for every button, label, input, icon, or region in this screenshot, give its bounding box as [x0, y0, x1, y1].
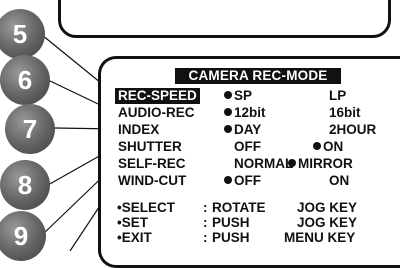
- menu-row-index[interactable]: INDEX DAY 2HOUR: [0, 122, 400, 138]
- option-2hour: 2HOUR: [329, 122, 377, 137]
- option-wind-off: OFF: [224, 173, 261, 189]
- menu-label-shutter: SHUTTER: [118, 139, 182, 154]
- menu-row-audio-rec[interactable]: AUDIO-REC 12bit 16bit: [0, 105, 400, 121]
- callout-7: 7: [5, 104, 55, 154]
- menu-label-audio-rec: AUDIO-REC: [118, 105, 195, 120]
- selected-dot-icon: [224, 125, 232, 133]
- selected-dot-icon: [288, 159, 296, 167]
- selected-dot-icon: [313, 142, 321, 150]
- menu-label-wind-cut: WIND-CUT: [118, 173, 187, 188]
- selected-dot-icon: [224, 91, 232, 99]
- menu-row-rec-speed[interactable]: REC-SPEED SP LP: [0, 88, 400, 104]
- menu-row-shutter[interactable]: SHUTTER OFF ON: [0, 139, 400, 155]
- selected-dot-icon: [224, 108, 232, 116]
- option-normal: NORMAL: [234, 156, 294, 171]
- selected-dot-icon: [224, 176, 232, 184]
- option-mirror: MIRROR: [288, 156, 353, 172]
- menu-label-index: INDEX: [118, 122, 160, 137]
- callout-9: 9: [0, 211, 46, 261]
- option-16bit: 16bit: [329, 105, 361, 120]
- menu-label-self-rec: SELF-REC: [118, 156, 186, 171]
- menu-row-wind-cut[interactable]: WIND-CUT OFF ON: [0, 173, 400, 189]
- option-off: OFF: [234, 139, 261, 154]
- option-day: DAY: [224, 122, 261, 138]
- option-wind-on: ON: [329, 173, 350, 188]
- option-12bit: 12bit: [224, 105, 266, 121]
- option-lp: LP: [329, 88, 347, 103]
- callout-6: 6: [0, 55, 50, 105]
- option-sp: SP: [224, 88, 252, 104]
- osd-title: CAMERA REC-MODE: [175, 68, 341, 84]
- menu-row-self-rec[interactable]: SELF-REC NORMAL MIRROR: [0, 156, 400, 172]
- callout-8: 8: [0, 160, 50, 210]
- menu-label-rec-speed: REC-SPEED: [115, 88, 200, 104]
- option-on: ON: [313, 139, 343, 155]
